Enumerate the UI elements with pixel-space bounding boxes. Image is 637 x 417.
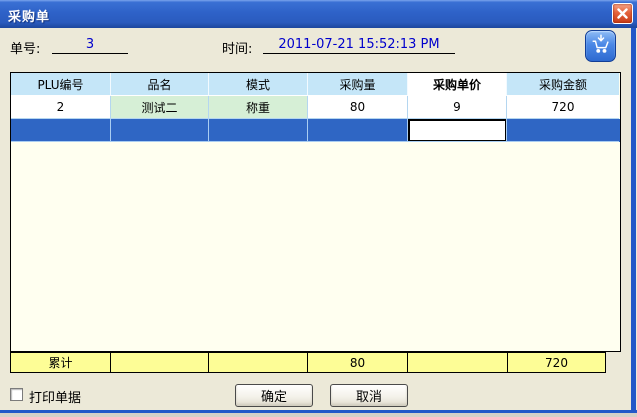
cart-icon xyxy=(590,33,612,59)
window-border-right xyxy=(631,28,636,410)
purchase-items-grid: PLU编号 品名 模式 采购量 采购单价 采购金额 2 测试二 称重 80 9 … xyxy=(10,72,621,352)
time-label: 时间: xyxy=(222,38,252,57)
cell-mode-empty[interactable] xyxy=(209,119,308,142)
time-field[interactable]: 2011-07-21 15:52:13 PM xyxy=(263,35,455,54)
desktop-background-strip xyxy=(0,413,637,417)
cell-plu[interactable]: 2 xyxy=(11,96,111,119)
totals-empty-cell xyxy=(407,352,508,373)
column-header-plu[interactable]: PLU编号 xyxy=(11,73,111,96)
cart-button[interactable] xyxy=(585,30,616,62)
totals-empty-cell xyxy=(208,352,308,373)
cell-amount[interactable]: 720 xyxy=(507,96,619,119)
ok-button[interactable]: 确定 xyxy=(235,384,313,407)
order-number-label: 单号: xyxy=(10,38,40,57)
print-receipt-label: 打印单据 xyxy=(29,387,81,406)
totals-row: 累计 80 720 xyxy=(10,352,606,373)
column-header-qty[interactable]: 采购量 xyxy=(308,73,408,96)
cell-qty[interactable]: 80 xyxy=(308,96,408,119)
order-number-field[interactable]: 3 xyxy=(52,35,128,54)
totals-qty-cell: 80 xyxy=(307,352,408,373)
table-row[interactable]: 2 测试二 称重 80 9 720 xyxy=(11,96,620,119)
column-header-name[interactable]: 品名 xyxy=(111,73,209,96)
cell-mode[interactable]: 称重 xyxy=(209,96,308,119)
cancel-button[interactable]: 取消 xyxy=(330,384,408,407)
purchase-order-dialog: 采购单 单号: 3 时间: 2011-07-21 15:52:13 PM xyxy=(0,0,637,417)
totals-amount-cell: 720 xyxy=(507,352,606,373)
close-icon xyxy=(617,4,628,23)
cell-qty-empty[interactable] xyxy=(308,119,408,142)
close-button[interactable] xyxy=(612,3,633,24)
cell-amount-empty[interactable] xyxy=(507,119,619,142)
column-header-mode[interactable]: 模式 xyxy=(209,73,308,96)
grid-header-row: PLU编号 品名 模式 采购量 采购单价 采购金额 xyxy=(11,73,620,96)
cell-price[interactable]: 9 xyxy=(408,96,507,119)
price-edit-input[interactable] xyxy=(408,119,507,142)
cell-name-empty[interactable] xyxy=(111,119,209,142)
window-title: 采购单 xyxy=(8,6,50,25)
print-receipt-checkbox[interactable] xyxy=(10,388,23,401)
totals-label-cell: 累计 xyxy=(10,352,111,373)
cell-plu-empty[interactable] xyxy=(11,119,111,142)
selected-new-row[interactable] xyxy=(11,119,620,142)
column-header-amount[interactable]: 采购金额 xyxy=(507,73,619,96)
titlebar[interactable]: 采购单 xyxy=(0,0,637,28)
cell-name[interactable]: 测试二 xyxy=(111,96,209,119)
column-header-price[interactable]: 采购单价 xyxy=(408,73,507,96)
cell-price-editing[interactable] xyxy=(408,119,507,142)
totals-empty-cell xyxy=(110,352,209,373)
